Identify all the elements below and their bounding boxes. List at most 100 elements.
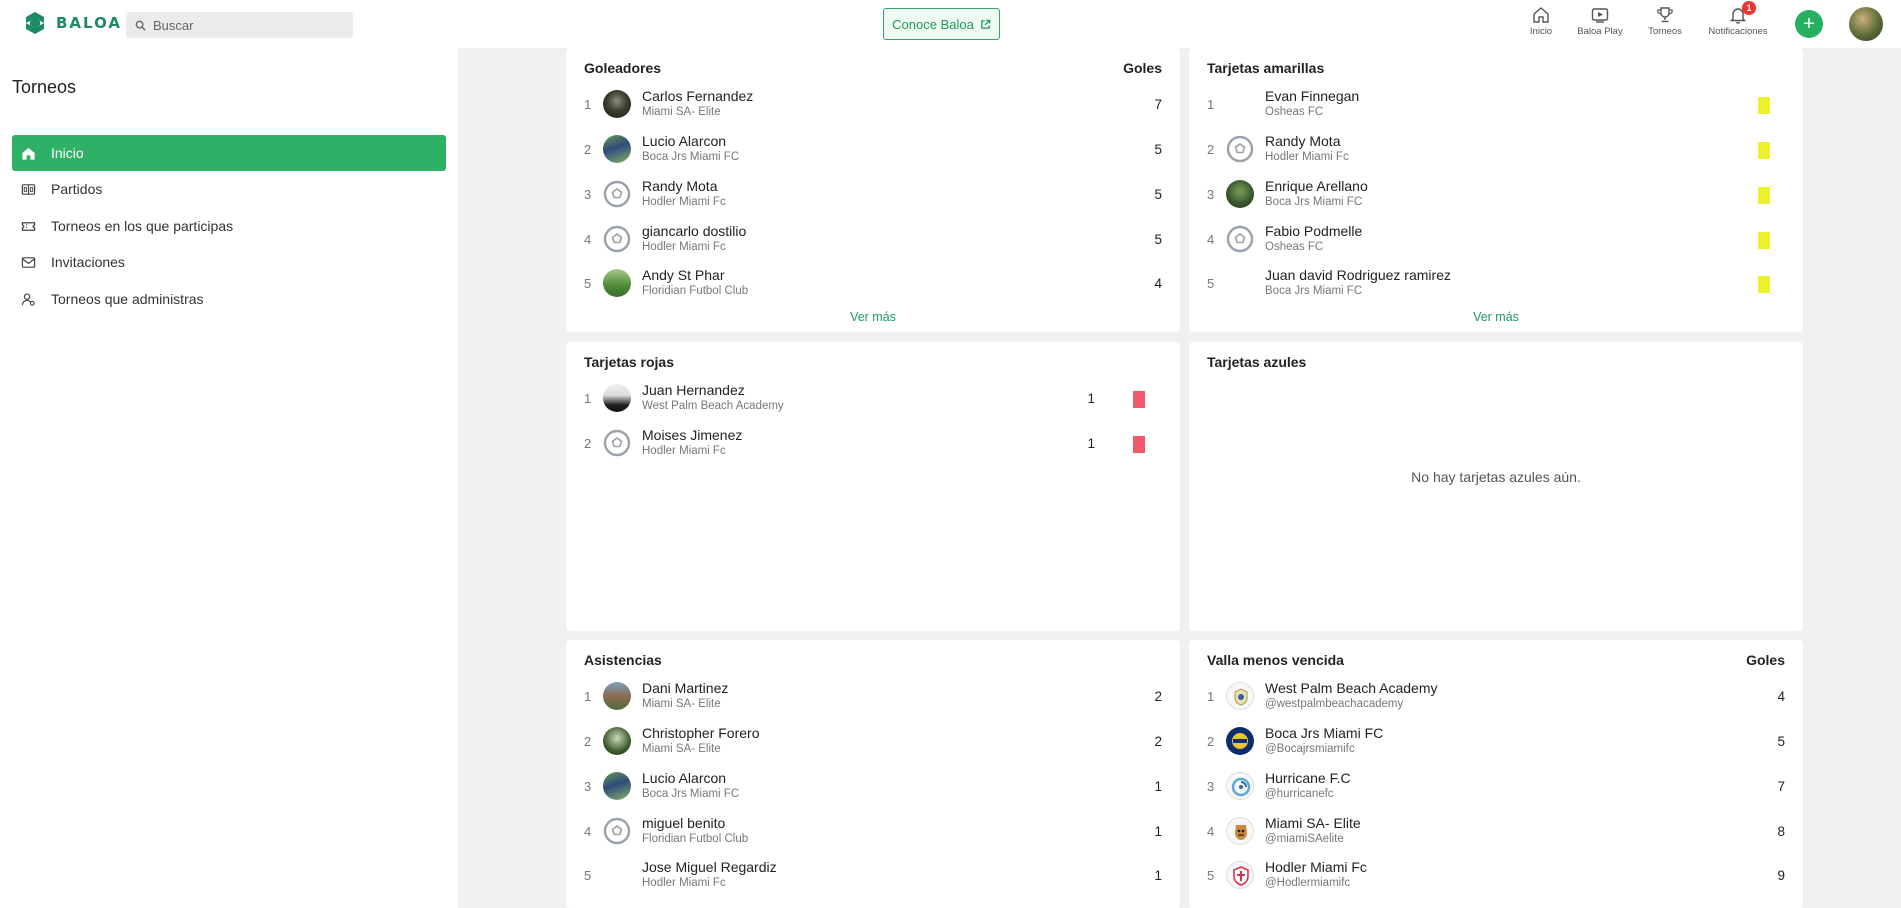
team-logo-icon [1226,861,1254,889]
trophy-icon [1657,7,1673,23]
amarillas-row[interactable]: 3 Enrique Arellano Boca Jrs Miami FC 2 [1189,173,1803,218]
amarillas-row[interactable]: 2 Randy Mota Hodler Miami Fc 2 [1189,128,1803,173]
player-team: Miami SA- Elite [642,698,721,710]
team-logo-icon [1226,727,1254,755]
rank: 3 [584,187,592,202]
conoce-baloa-button[interactable]: Conoce Baloa [883,8,1000,40]
rojas-row[interactable]: 2 Moises Jimenez Hodler Miami Fc 1 [566,422,1180,467]
cards-value: 1 [1087,436,1095,451]
amarillas-row[interactable]: 1 Evan Finnegan Osheas FC 3 [1189,83,1803,128]
valla-row[interactable]: 4 Miami SA- Elite @miamiSAelite 8 [1189,810,1803,855]
sidebar-item-label: Torneos que administras [51,291,204,307]
soccer-ball-icon [1226,225,1254,253]
rank: 2 [1207,142,1215,157]
player-avatar [603,384,631,412]
team-logo-icon [1226,817,1254,845]
search-input[interactable] [153,17,343,33]
player-team: Hodler Miami Fc [1265,151,1349,163]
rojas-row[interactable]: 1 Juan Hernandez West Palm Beach Academy… [566,377,1180,422]
top-header: BALOA Conoce Baloa Inicio Baloa Play Tor… [0,0,1901,48]
sidebar-item-invitaciones[interactable]: Invitaciones [12,244,446,280]
player-team: Osheas FC [1265,241,1324,253]
sidebar-item-label: Invitaciones [51,254,125,270]
amarillas-row[interactable]: 4 Fabio Podmelle Osheas FC 2 [1189,218,1803,263]
player-name: Jose Miguel Regardiz [642,859,777,875]
rank: 3 [1207,779,1215,794]
player-avatar [603,269,631,297]
player-name: Fabio Podmelle [1265,223,1363,239]
asistencias-row[interactable]: 2 Christopher Forero Miami SA- Elite 2 [566,720,1180,765]
player-avatar [603,682,631,710]
sidebar-item-inicio[interactable]: Inicio [12,135,446,171]
player-team: Floridian Futbol Club [642,833,749,845]
assists-value: 1 [1154,779,1162,794]
asistencias-row[interactable]: 5 Jose Miguel Regardiz Hodler Miami Fc 1 [566,854,1180,899]
baloa-logo[interactable]: BALOA [22,10,122,36]
asistencias-title: Asistencias [584,652,662,668]
valla-row[interactable]: 3 Hurricane F.C @hurricanefc 7 [1189,765,1803,810]
goleadores-row[interactable]: 5 Andy St Phar Floridian Futbol Club 4 [566,262,1180,307]
goleadores-row[interactable]: 4 giancarlo dostilio Hodler Miami Fc 5 [566,218,1180,263]
rank: 4 [584,824,592,839]
player-team: Miami SA- Elite [642,106,721,118]
team-name: Miami SA- Elite [1265,815,1361,831]
assists-value: 1 [1154,824,1162,839]
nav-baloa-play-label: Baloa Play [1577,26,1623,37]
goleadores-row[interactable]: 2 Lucio Alarcon Boca Jrs Miami FC 5 [566,128,1180,173]
asistencias-row[interactable]: 4 miguel benito Floridian Futbol Club 1 [566,810,1180,855]
rank: 2 [584,734,592,749]
sidebar-item-torneos-participas[interactable]: Torneos en los que participas [12,208,446,244]
nav-torneos-label: Torneos [1648,26,1682,37]
ver-mas-link[interactable]: Ver más [1189,310,1803,324]
rank: 3 [584,779,592,794]
nav-baloa-play[interactable]: Baloa Play [1568,6,1632,37]
player-team: Hodler Miami Fc [642,241,726,253]
rank: 3 [1207,187,1215,202]
rank: 5 [584,868,592,883]
player-team: Boca Jrs Miami FC [642,151,740,163]
nav-torneos[interactable]: Torneos [1633,6,1697,37]
goleadores-row[interactable]: 3 Randy Mota Hodler Miami Fc 5 [566,173,1180,218]
rank: 1 [1207,689,1215,704]
rank: 5 [584,276,592,291]
mail-icon [20,254,36,270]
assists-value: 1 [1154,868,1162,883]
soccer-ball-icon [603,225,631,253]
goleadores-row[interactable]: 1 Carlos Fernandez Miami SA- Elite 7 [566,83,1180,128]
nav-inicio[interactable]: Inicio [1509,6,1573,37]
rank: 1 [584,391,592,406]
goals-value: 5 [1154,187,1162,202]
yellow-card-icon [1758,187,1770,204]
valla-row[interactable]: 1 West Palm Beach Academy @westpalmbeach… [1189,675,1803,720]
player-name: Randy Mota [642,178,718,194]
yellow-card-icon [1758,97,1770,114]
team-name: Hurricane F.C [1265,770,1351,786]
red-card-icon [1133,391,1145,408]
team-logo-icon [1226,772,1254,800]
tarjetas-azules-card: Tarjetas azules No hay tarjetas azules a… [1189,342,1803,631]
ver-mas-link[interactable]: Ver más [566,310,1180,324]
rank: 4 [1207,232,1215,247]
asistencias-row[interactable]: 1 Dani Martinez Miami SA- Elite 2 [566,675,1180,720]
sidebar-item-torneos-administras[interactable]: Torneos que administras [12,281,446,317]
create-button[interactable]: + [1795,10,1823,38]
goals-against-value: 4 [1777,689,1785,704]
player-team: West Palm Beach Academy [642,400,784,412]
amarillas-row[interactable]: 5 Juan david Rodriguez ramirez Boca Jrs … [1189,262,1803,307]
search-box[interactable] [126,12,353,38]
valla-row[interactable]: 5 Hodler Miami Fc @Hodlermiamifc 9 [1189,854,1803,899]
valla-row[interactable]: 2 Boca Jrs Miami FC @Bocajrsmiamifc 5 [1189,720,1803,765]
player-team: Hodler Miami Fc [642,445,726,457]
goals-value: 5 [1154,232,1162,247]
notification-badge: 1 [1742,1,1756,15]
user-avatar[interactable] [1849,7,1883,41]
azules-title: Tarjetas azules [1207,354,1307,370]
sidebar-item-partidos[interactable]: Partidos [12,171,446,207]
asistencias-row[interactable]: 3 Lucio Alarcon Boca Jrs Miami FC 1 [566,765,1180,810]
search-icon [135,20,146,31]
player-name: Lucio Alarcon [642,770,727,786]
nav-notificaciones[interactable]: 1 Notificaciones [1706,1,1770,37]
logo-text: BALOA [56,14,123,32]
nav-inicio-label: Inicio [1529,26,1553,37]
player-team: Floridian Futbol Club [642,285,749,297]
